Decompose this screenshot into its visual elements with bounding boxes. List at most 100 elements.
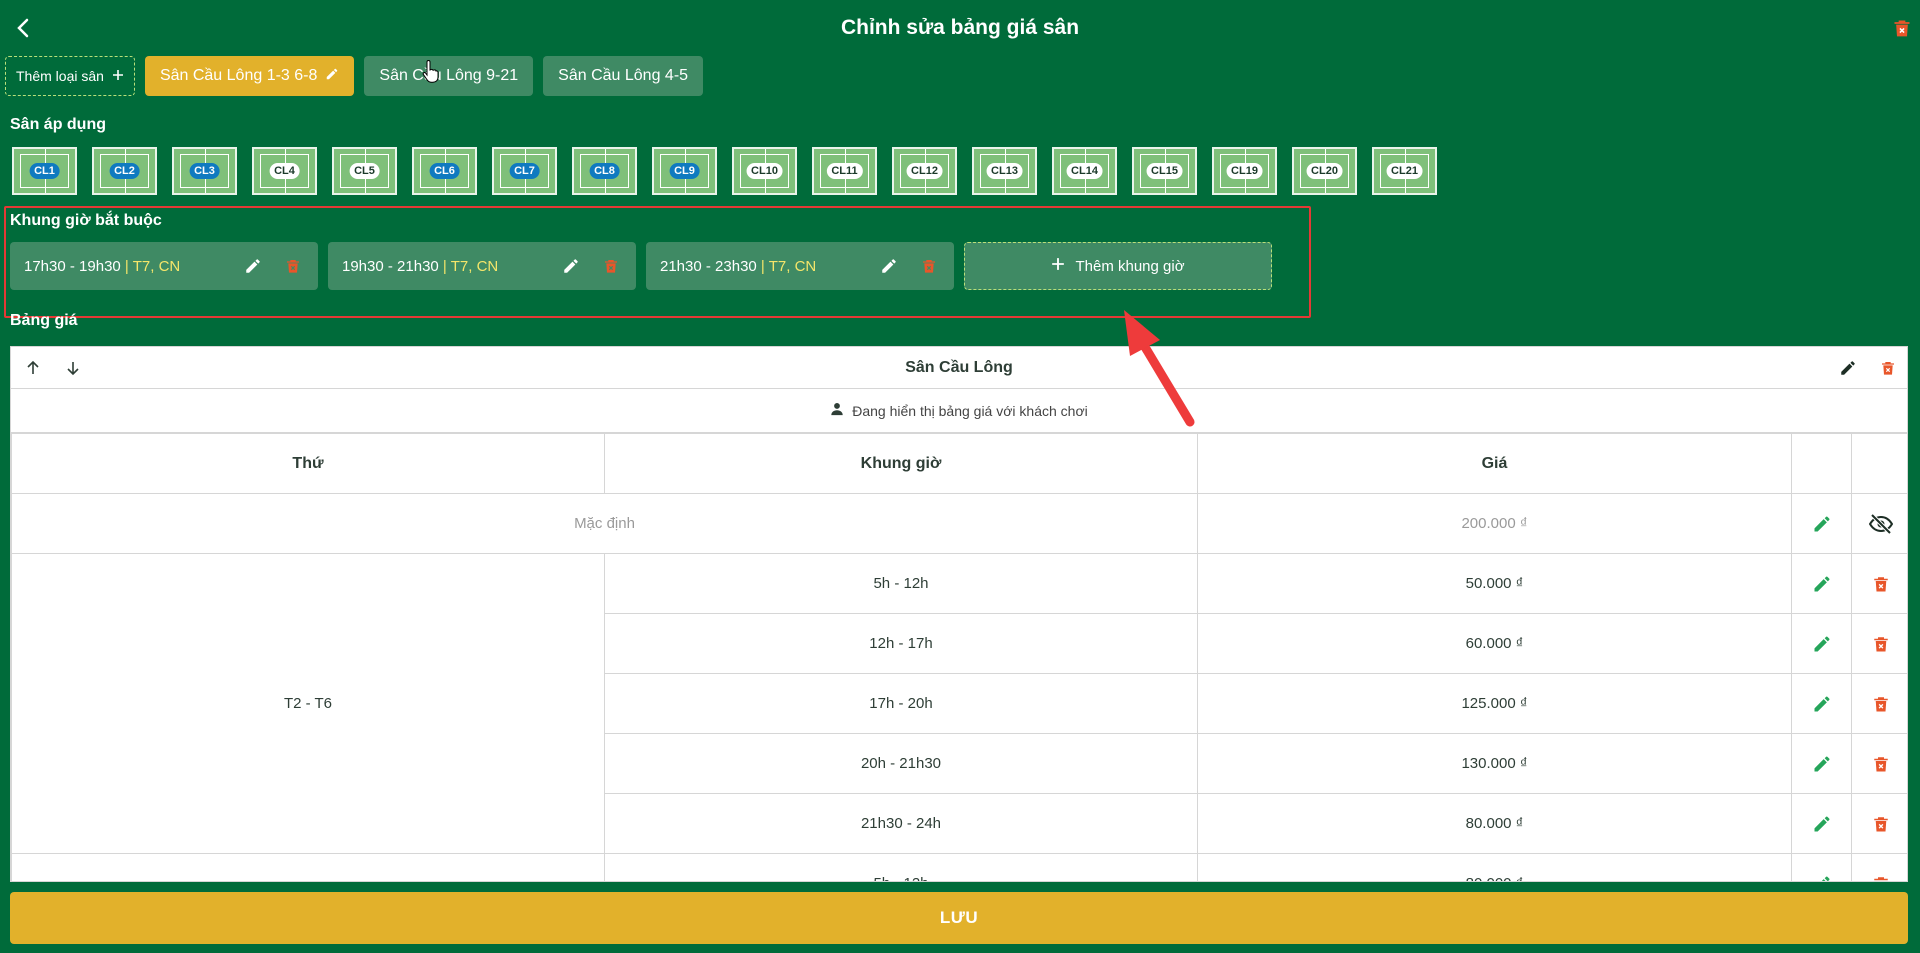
slot-days: T7, CN bbox=[132, 257, 181, 275]
back-arrow-icon[interactable] bbox=[12, 16, 36, 40]
court-CL8[interactable]: CL8 bbox=[572, 147, 637, 195]
court-CL13[interactable]: CL13 bbox=[972, 147, 1037, 195]
court-CL1[interactable]: CL1 bbox=[12, 147, 77, 195]
price-cell: 130.000 ₫ bbox=[1197, 733, 1792, 794]
plus-icon bbox=[112, 68, 124, 84]
court-CL5[interactable]: CL5 bbox=[332, 147, 397, 195]
court-code: CL19 bbox=[1226, 163, 1263, 179]
court-CL6[interactable]: CL6 bbox=[412, 147, 477, 195]
delete-icon[interactable] bbox=[1877, 357, 1899, 379]
price-table: Thứ Khung giờ Giá Mặc định 200.000 ₫ T2 … bbox=[11, 433, 1907, 881]
price-table-title: Sân Cầu Lông bbox=[905, 358, 1013, 376]
court-CL20[interactable]: CL20 bbox=[1292, 147, 1357, 195]
court-code: CL8 bbox=[589, 163, 620, 179]
court-code: CL5 bbox=[349, 163, 380, 179]
pencil-icon[interactable] bbox=[1791, 793, 1852, 854]
save-button[interactable]: LƯU bbox=[10, 892, 1908, 944]
price-table-panel: Sân Cầu Lông Đang hiển thị bảng giá với … bbox=[10, 346, 1908, 882]
slot-time: 17h30 - 19h30 bbox=[24, 257, 121, 275]
hand-cursor-icon bbox=[421, 60, 439, 84]
court-code: CL1 bbox=[29, 163, 60, 179]
column-header-price: Giá bbox=[1197, 433, 1792, 494]
slot-cell: 17h - 20h bbox=[604, 673, 1198, 734]
court-code: CL9 bbox=[669, 163, 700, 179]
slot-cell: 21h30 - 24h bbox=[604, 793, 1198, 854]
pencil-icon[interactable] bbox=[1791, 853, 1852, 881]
required-slots-label: Khung giờ bắt buộc bbox=[10, 212, 162, 229]
court-CL15[interactable]: CL15 bbox=[1132, 147, 1197, 195]
court-CL11[interactable]: CL11 bbox=[812, 147, 877, 195]
add-time-slot-button[interactable]: Thêm khung giờ bbox=[964, 242, 1272, 290]
slot-separator: | bbox=[438, 257, 451, 275]
court-code: CL15 bbox=[1146, 163, 1183, 179]
pencil-icon[interactable] bbox=[1791, 673, 1852, 734]
court-CL2[interactable]: CL2 bbox=[92, 147, 157, 195]
default-label: Mặc định bbox=[11, 493, 1198, 554]
delete-icon[interactable] bbox=[1851, 853, 1907, 881]
column-header-slot: Khung giờ bbox=[604, 433, 1198, 494]
person-icon bbox=[830, 402, 844, 419]
arrow-up-icon[interactable] bbox=[21, 356, 45, 380]
pencil-icon[interactable] bbox=[242, 255, 264, 277]
delete-icon[interactable] bbox=[1892, 18, 1912, 38]
court-CL4[interactable]: CL4 bbox=[252, 147, 317, 195]
court-code: CL6 bbox=[429, 163, 460, 179]
annotation-arrow-icon bbox=[1124, 310, 1195, 427]
court-code: CL21 bbox=[1386, 163, 1423, 179]
pencil-icon[interactable] bbox=[560, 255, 582, 277]
pencil-icon[interactable] bbox=[325, 67, 339, 86]
pencil-icon[interactable] bbox=[1791, 493, 1852, 554]
required-slot-list: 17h30 - 19h30 | T7, CN 19h30 - 21h30 | T… bbox=[10, 242, 1272, 290]
court-CL10[interactable]: CL10 bbox=[732, 147, 797, 195]
slot-cell: 5h - 12h bbox=[604, 853, 1198, 881]
default-price: 200.000 ₫ bbox=[1197, 493, 1792, 554]
price-cell: 125.000 ₫ bbox=[1197, 673, 1792, 734]
slot-time: 19h30 - 21h30 bbox=[342, 257, 439, 275]
pencil-icon[interactable] bbox=[1837, 357, 1859, 379]
tab-court-type-1[interactable]: Sân Cầu Lông 1-3 6-8 bbox=[144, 56, 355, 96]
delete-icon[interactable] bbox=[918, 255, 940, 277]
price-cell: 80.000 ₫ bbox=[1197, 853, 1792, 881]
price-cell: 80.000 ₫ bbox=[1197, 793, 1792, 854]
column-header-day: Thứ bbox=[11, 433, 605, 494]
pencil-icon[interactable] bbox=[1791, 733, 1852, 794]
court-code: CL4 bbox=[269, 163, 300, 179]
required-slot-item: 19h30 - 21h30 | T7, CN bbox=[328, 242, 636, 290]
tab-court-type-2[interactable]: Sân Cầu Lông 9-21 bbox=[364, 56, 534, 96]
tab-court-type-3[interactable]: Sân Cầu Lông 4-5 bbox=[543, 56, 704, 96]
tab-label: Sân Cầu Lông 4-5 bbox=[558, 67, 689, 84]
court-CL14[interactable]: CL14 bbox=[1052, 147, 1117, 195]
pencil-icon[interactable] bbox=[1791, 613, 1852, 674]
delete-icon[interactable] bbox=[1851, 553, 1907, 614]
add-court-type-label: Thêm loại sân bbox=[16, 68, 104, 84]
delete-icon[interactable] bbox=[1851, 793, 1907, 854]
slot-time: 21h30 - 23h30 bbox=[660, 257, 757, 275]
arrow-down-icon[interactable] bbox=[61, 356, 85, 380]
delete-icon[interactable] bbox=[1851, 613, 1907, 674]
slot-days: T7, CN bbox=[768, 257, 817, 275]
delete-icon[interactable] bbox=[1851, 733, 1907, 794]
eye-off-icon[interactable] bbox=[1851, 493, 1907, 554]
table-row: T2 - T6 5h - 12h 50.000 ₫ bbox=[11, 553, 1907, 854]
pencil-icon[interactable] bbox=[1791, 553, 1852, 614]
applied-courts-label: Sân áp dụng bbox=[10, 116, 106, 133]
court-CL9[interactable]: CL9 bbox=[652, 147, 717, 195]
court-CL7[interactable]: CL7 bbox=[492, 147, 557, 195]
add-court-type-button[interactable]: Thêm loại sân bbox=[5, 56, 135, 96]
pencil-icon[interactable] bbox=[878, 255, 900, 277]
court-CL21[interactable]: CL21 bbox=[1372, 147, 1437, 195]
visibility-note: Đang hiển thị bảng giá với khách chơi bbox=[11, 389, 1907, 433]
delete-icon[interactable] bbox=[1851, 673, 1907, 734]
page-title: Chỉnh sửa bảng giá sân bbox=[840, 16, 1080, 39]
court-CL19[interactable]: CL19 bbox=[1212, 147, 1277, 195]
app-header: Chỉnh sửa bảng giá sân bbox=[0, 0, 1920, 56]
visibility-note-text: Đang hiển thị bảng giá với khách chơi bbox=[852, 402, 1088, 419]
price-cell: 50.000 ₫ bbox=[1197, 553, 1792, 614]
delete-icon[interactable] bbox=[282, 255, 304, 277]
slot-cell: 12h - 17h bbox=[604, 613, 1198, 674]
court-CL3[interactable]: CL3 bbox=[172, 147, 237, 195]
price-cell: 60.000 ₫ bbox=[1197, 613, 1792, 674]
slot-cell: 5h - 12h bbox=[604, 553, 1198, 614]
delete-icon[interactable] bbox=[600, 255, 622, 277]
court-CL12[interactable]: CL12 bbox=[892, 147, 957, 195]
